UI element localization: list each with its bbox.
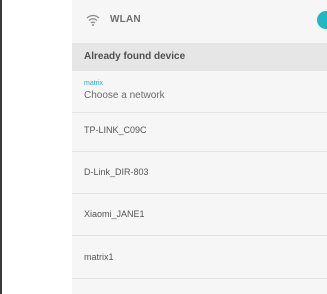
screen: WLAN Already found device matrix Choose … <box>0 0 327 294</box>
wlan-row[interactable]: WLAN <box>72 0 327 42</box>
wlan-label: WLAN <box>110 14 141 25</box>
left-border <box>0 0 2 294</box>
network-name: D-Link_DIR-803 <box>84 167 149 177</box>
wlan-toggle[interactable] <box>317 11 327 29</box>
wifi-icon <box>86 14 100 26</box>
wifi-settings-panel: WLAN Already found device matrix Choose … <box>72 0 327 294</box>
current-network-row[interactable]: matrix Choose a network <box>72 72 327 113</box>
section-title: Already found device <box>84 51 186 62</box>
network-name: Xiaomi_JANE1 <box>84 209 145 219</box>
section-header: Already found device <box>72 43 327 71</box>
network-name: TP-LINK_C09C <box>84 125 147 135</box>
current-network-subtitle: Choose a network <box>84 90 165 101</box>
network-name: matrix1 <box>84 252 114 262</box>
network-row[interactable]: D-Link_DIR-803 <box>72 155 327 194</box>
network-row[interactable]: matrix1 <box>72 240 327 279</box>
network-row[interactable]: TP-LINK_C09C <box>72 113 327 152</box>
current-network-name: matrix <box>84 80 104 87</box>
network-row[interactable]: Xiaomi_JANE1 <box>72 197 327 236</box>
